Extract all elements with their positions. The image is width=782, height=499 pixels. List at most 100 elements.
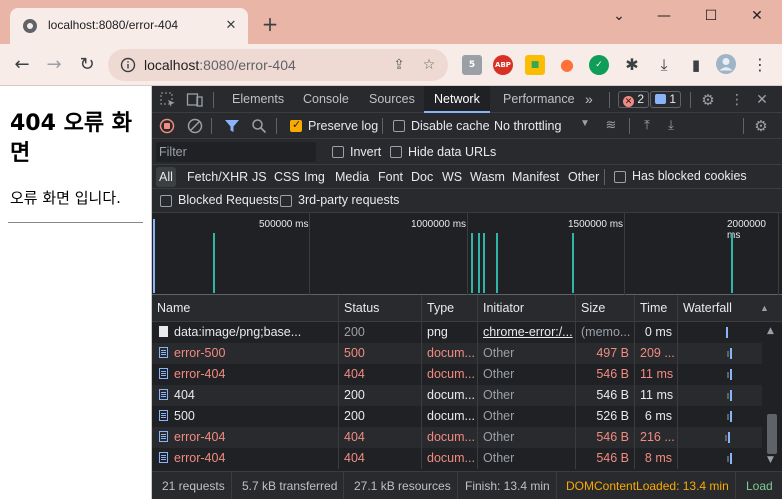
scroll-up-icon[interactable]: ▲ [767, 326, 774, 336]
type-filter-manifest[interactable]: Manifest [509, 167, 562, 187]
adblock-icon[interactable]: ABP [493, 55, 513, 75]
column-header-status[interactable]: Status [339, 295, 422, 322]
table-row[interactable]: 404 200 docum... Other 546 B 11 ms [152, 385, 762, 406]
type-filter-js[interactable]: JS [249, 167, 270, 187]
type-filter-css[interactable]: CSS [271, 167, 303, 187]
type-filter-doc[interactable]: Doc [408, 167, 436, 187]
network-conditions-wifi-icon[interactable]: ≋ [602, 117, 620, 135]
request-table-body: data:image/png;base... 200 png chrome-error… [152, 322, 762, 469]
throttling-select[interactable]: No throttling [494, 119, 561, 133]
inspect-element-icon[interactable] [159, 91, 177, 109]
blocked-requests-checkbox[interactable] [160, 195, 172, 207]
type-filter-fetch-xhr[interactable]: Fetch/XHR [184, 167, 251, 187]
tab-sources[interactable]: Sources [369, 86, 415, 113]
table-row[interactable]: error-404 404 docum... Other 546 B 8 ms [152, 448, 762, 469]
address-bar[interactable]: localhost:8080/error-404 ⇪ ☆ [108, 49, 448, 81]
column-header-initiator[interactable]: Initiator [478, 295, 576, 322]
throttling-dropdown-icon[interactable]: ▼ [580, 118, 590, 129]
has-blocked-cookies-checkbox[interactable] [614, 171, 626, 183]
table-row[interactable]: error-500 500 docum... Other 497 B 209 ... [152, 343, 762, 364]
cell-name-text: error-404 [174, 430, 226, 444]
new-tab-button[interactable]: + [258, 13, 282, 37]
scrollbar-thumb[interactable] [767, 414, 777, 454]
column-header-size[interactable]: Size [576, 295, 635, 322]
settings-gear-icon[interactable]: ⚙ [699, 91, 717, 109]
device-toolbar-icon[interactable] [186, 91, 204, 109]
cell-size: 497 B [576, 343, 635, 364]
cell-size-text: 546 B [596, 451, 629, 465]
type-filter-img[interactable]: Img [301, 167, 328, 187]
cell-name: error-404 [152, 427, 339, 448]
filter-funnel-icon[interactable] [223, 117, 241, 135]
tab-console[interactable]: Console [303, 86, 349, 113]
extensions-puzzle-icon[interactable]: ✱ [620, 53, 644, 77]
cell-name-text: 500 [174, 409, 195, 423]
scroll-down-icon[interactable]: ▼ [767, 455, 774, 465]
message-count-badge[interactable]: 1 [650, 91, 682, 108]
devtools-close-icon[interactable]: ✕ [753, 91, 771, 109]
browser-tab[interactable]: localhost:8080/error-404 ✕ [10, 8, 248, 44]
import-har-icon[interactable]: ⤒ [638, 117, 656, 135]
cell-waterfall [678, 427, 762, 448]
hide-data-urls-label: Hide data URLs [408, 145, 497, 159]
color-picker-ext-icon[interactable]: ■ [525, 55, 545, 75]
rss-ext-icon[interactable]: ● [557, 55, 577, 75]
table-row[interactable]: error-404 404 docum... Other 546 B 216 ... [152, 427, 762, 448]
html5-ext-icon[interactable]: 5 [462, 55, 482, 75]
window-close-button[interactable]: ✕ [746, 6, 768, 26]
network-settings-gear-icon[interactable]: ⚙ [752, 117, 770, 135]
side-panel-icon[interactable]: ▮ [684, 53, 708, 77]
hide-data-urls-checkbox[interactable] [390, 146, 402, 158]
column-header-type[interactable]: Type [422, 295, 478, 322]
tab-close-icon[interactable]: ✕ [222, 17, 240, 35]
chrome-menu-icon[interactable]: ⋮ [748, 53, 772, 77]
tab-search-chevron-icon[interactable]: ⌄ [608, 6, 630, 26]
tab-performance[interactable]: Performance [503, 86, 575, 113]
tab-network[interactable]: Network [424, 86, 490, 113]
table-row[interactable]: error-404 404 docum... Other 546 B 11 ms [152, 364, 762, 385]
invert-checkbox[interactable] [332, 146, 344, 158]
error-count-badge[interactable]: ✕ 2 [618, 91, 650, 108]
download-icon[interactable]: ⤓ [652, 53, 676, 77]
tab-elements[interactable]: Elements [232, 86, 284, 113]
finish-time: Finish: 13.4 min [459, 472, 557, 499]
preserve-log-checkbox[interactable] [290, 118, 302, 132]
forward-button[interactable]: → [42, 53, 66, 77]
overview-gridline [624, 213, 625, 295]
disable-cache-checkbox[interactable] [393, 120, 405, 132]
devtools-menu-icon[interactable]: ⋮ [728, 91, 746, 109]
cell-name-text: error-404 [174, 451, 226, 465]
filter-input[interactable]: Filter [156, 142, 316, 162]
more-tabs-button[interactable]: » [585, 86, 593, 113]
waterfall-sort-icon[interactable]: ▲ [760, 303, 769, 313]
image-file-icon [159, 326, 168, 337]
search-icon[interactable] [250, 117, 268, 135]
third-party-requests-checkbox[interactable] [280, 195, 292, 207]
table-scrollbar[interactable]: ▲ ▼ [762, 322, 782, 469]
bookmark-star-icon[interactable]: ☆ [420, 56, 438, 74]
record-stop-icon[interactable] [158, 117, 176, 135]
reload-button[interactable]: ↻ [75, 53, 99, 77]
back-button[interactable]: ← [10, 53, 34, 77]
table-row[interactable]: data:image/png;base... 200 png chrome-error… [152, 322, 762, 343]
column-header-time[interactable]: Time [635, 295, 678, 322]
vuejs-ext-icon[interactable]: ✓ [589, 55, 609, 75]
network-overview-timeline[interactable]: 500000 ms 1000000 ms 1500000 ms 2000000 … [152, 213, 782, 295]
clear-icon[interactable] [186, 117, 204, 135]
site-info-icon[interactable] [120, 57, 136, 73]
profile-avatar[interactable] [714, 53, 738, 77]
table-row[interactable]: 500 200 docum... Other 526 B 6 ms [152, 406, 762, 427]
maximize-button[interactable]: ☐ [700, 6, 722, 26]
share-icon[interactable]: ⇪ [390, 56, 408, 74]
type-filter-other[interactable]: Other [565, 167, 602, 187]
minimize-button[interactable]: — [653, 6, 675, 26]
export-har-icon[interactable]: ⤓ [662, 117, 680, 135]
type-filter-wasm[interactable]: Wasm [467, 167, 508, 187]
type-filter-all[interactable]: All [156, 167, 176, 187]
type-filter-ws[interactable]: WS [439, 167, 465, 187]
type-filter-font[interactable]: Font [375, 167, 406, 187]
overview-tick-label: 1000000 ms [411, 219, 467, 230]
column-header-name[interactable]: Name [152, 295, 339, 322]
type-filter-media[interactable]: Media [332, 167, 372, 187]
invert-label: Invert [350, 145, 382, 159]
